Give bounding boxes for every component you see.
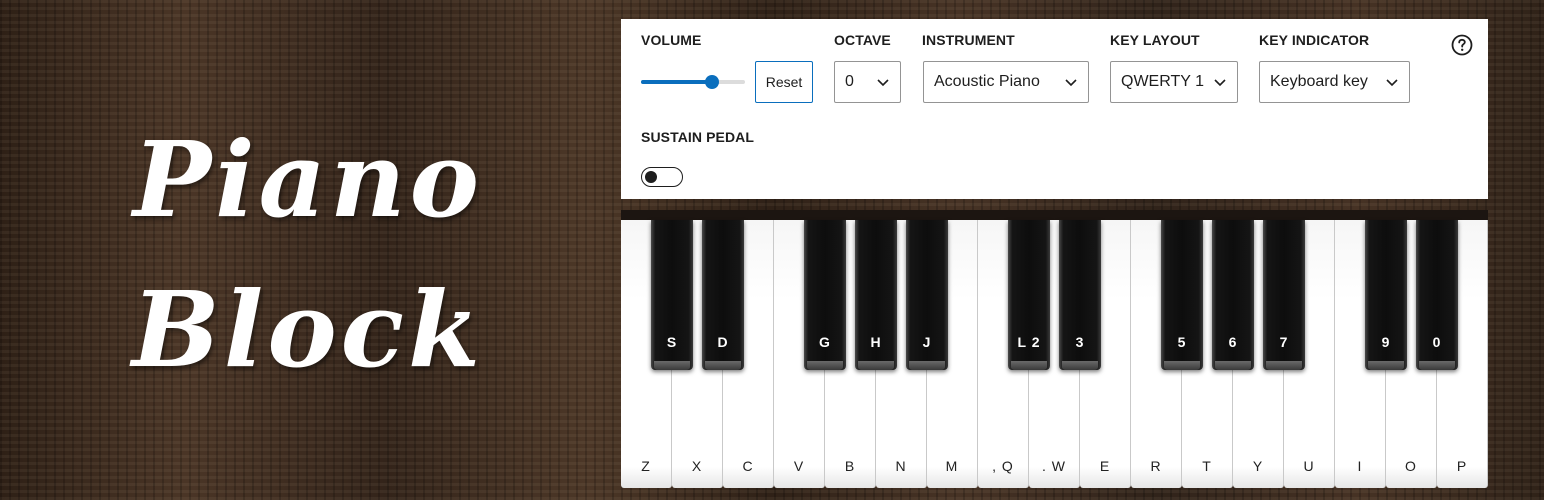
volume-slider[interactable] xyxy=(641,75,745,89)
black-key-label: G xyxy=(819,334,831,350)
black-key[interactable]: L 2 xyxy=(1008,220,1050,370)
black-key-label: S xyxy=(666,334,678,350)
white-key-label: B xyxy=(844,458,856,474)
black-key[interactable]: S xyxy=(651,220,693,370)
key-indicator-label: KEY INDICATOR xyxy=(1259,32,1370,48)
key-layout-label: KEY LAYOUT xyxy=(1110,32,1200,48)
instrument-value: Acoustic Piano xyxy=(934,73,1040,90)
key-layout-select[interactable]: QWERTY 1 xyxy=(1110,61,1238,103)
white-key-label: R xyxy=(1150,458,1162,474)
white-key-label: , Q xyxy=(992,458,1014,474)
black-key[interactable]: 6 xyxy=(1212,220,1254,370)
octave-value: 0 xyxy=(845,73,854,90)
white-key-label: I xyxy=(1357,458,1363,474)
black-key[interactable]: D xyxy=(702,220,744,370)
white-key-label: E xyxy=(1099,458,1111,474)
white-key-label: N xyxy=(895,458,907,474)
key-indicator-value: Keyboard key xyxy=(1270,73,1368,90)
chevron-down-icon xyxy=(1214,79,1226,87)
chevron-down-icon xyxy=(1065,79,1077,87)
volume-fill xyxy=(641,80,712,84)
white-key-label: Y xyxy=(1252,458,1264,474)
reset-button[interactable]: Reset xyxy=(755,61,813,103)
black-key[interactable]: 7 xyxy=(1263,220,1305,370)
controls-panel: VOLUME Reset OCTAVE 0 INSTRUMENT Acousti… xyxy=(621,19,1488,199)
black-key-label: 6 xyxy=(1228,334,1238,350)
volume-label: VOLUME xyxy=(641,32,702,48)
black-key[interactable]: H xyxy=(855,220,897,370)
black-key-label: 0 xyxy=(1432,334,1442,350)
black-key-label: 9 xyxy=(1381,334,1391,350)
key-indicator-select[interactable]: Keyboard key xyxy=(1259,61,1410,103)
instrument-label: INSTRUMENT xyxy=(922,32,1015,48)
sustain-pedal-label: SUSTAIN PEDAL xyxy=(641,129,755,145)
title-line-2: Block xyxy=(131,268,485,391)
volume-thumb[interactable] xyxy=(704,75,719,89)
white-key-label: X xyxy=(691,458,703,474)
title-line-1: Piano xyxy=(132,118,484,241)
black-key[interactable]: 3 xyxy=(1059,220,1101,370)
black-key[interactable]: 5 xyxy=(1161,220,1203,370)
white-key-label: U xyxy=(1303,458,1315,474)
white-key-label: C xyxy=(742,458,754,474)
black-key[interactable]: G xyxy=(804,220,846,370)
black-key-label: 3 xyxy=(1075,334,1085,350)
white-key-label: . W xyxy=(1042,458,1066,474)
black-key-label: D xyxy=(717,334,729,350)
white-key-label: Z xyxy=(641,458,651,474)
chevron-down-icon xyxy=(877,79,889,87)
black-key-label: 5 xyxy=(1177,334,1187,350)
white-key-label: V xyxy=(793,458,805,474)
octave-label: OCTAVE xyxy=(834,32,891,48)
black-key-label: 7 xyxy=(1279,334,1289,350)
black-key[interactable]: 9 xyxy=(1365,220,1407,370)
question-circle-icon[interactable] xyxy=(1450,33,1474,57)
black-key-label: J xyxy=(922,334,932,350)
piano-keyboard: Z X C V B N M , Q . W E R T Y U I O P S D G H J L 2 3 5 6 7 9 0 xyxy=(621,210,1488,488)
sustain-pedal-toggle[interactable] xyxy=(641,167,683,187)
white-key-label: O xyxy=(1405,458,1417,474)
white-key-label: P xyxy=(1456,458,1468,474)
chevron-down-icon xyxy=(1386,79,1398,87)
black-key[interactable]: J xyxy=(906,220,948,370)
black-key-label: H xyxy=(870,334,882,350)
key-layout-value: QWERTY 1 xyxy=(1121,73,1204,90)
black-key[interactable]: 0 xyxy=(1416,220,1458,370)
black-key-label: L 2 xyxy=(1017,334,1041,350)
toggle-knob xyxy=(645,171,657,183)
white-key-label: T xyxy=(1202,458,1212,474)
instrument-select[interactable]: Acoustic Piano xyxy=(923,61,1089,103)
octave-select[interactable]: 0 xyxy=(834,61,901,103)
white-key-label: M xyxy=(945,458,959,474)
